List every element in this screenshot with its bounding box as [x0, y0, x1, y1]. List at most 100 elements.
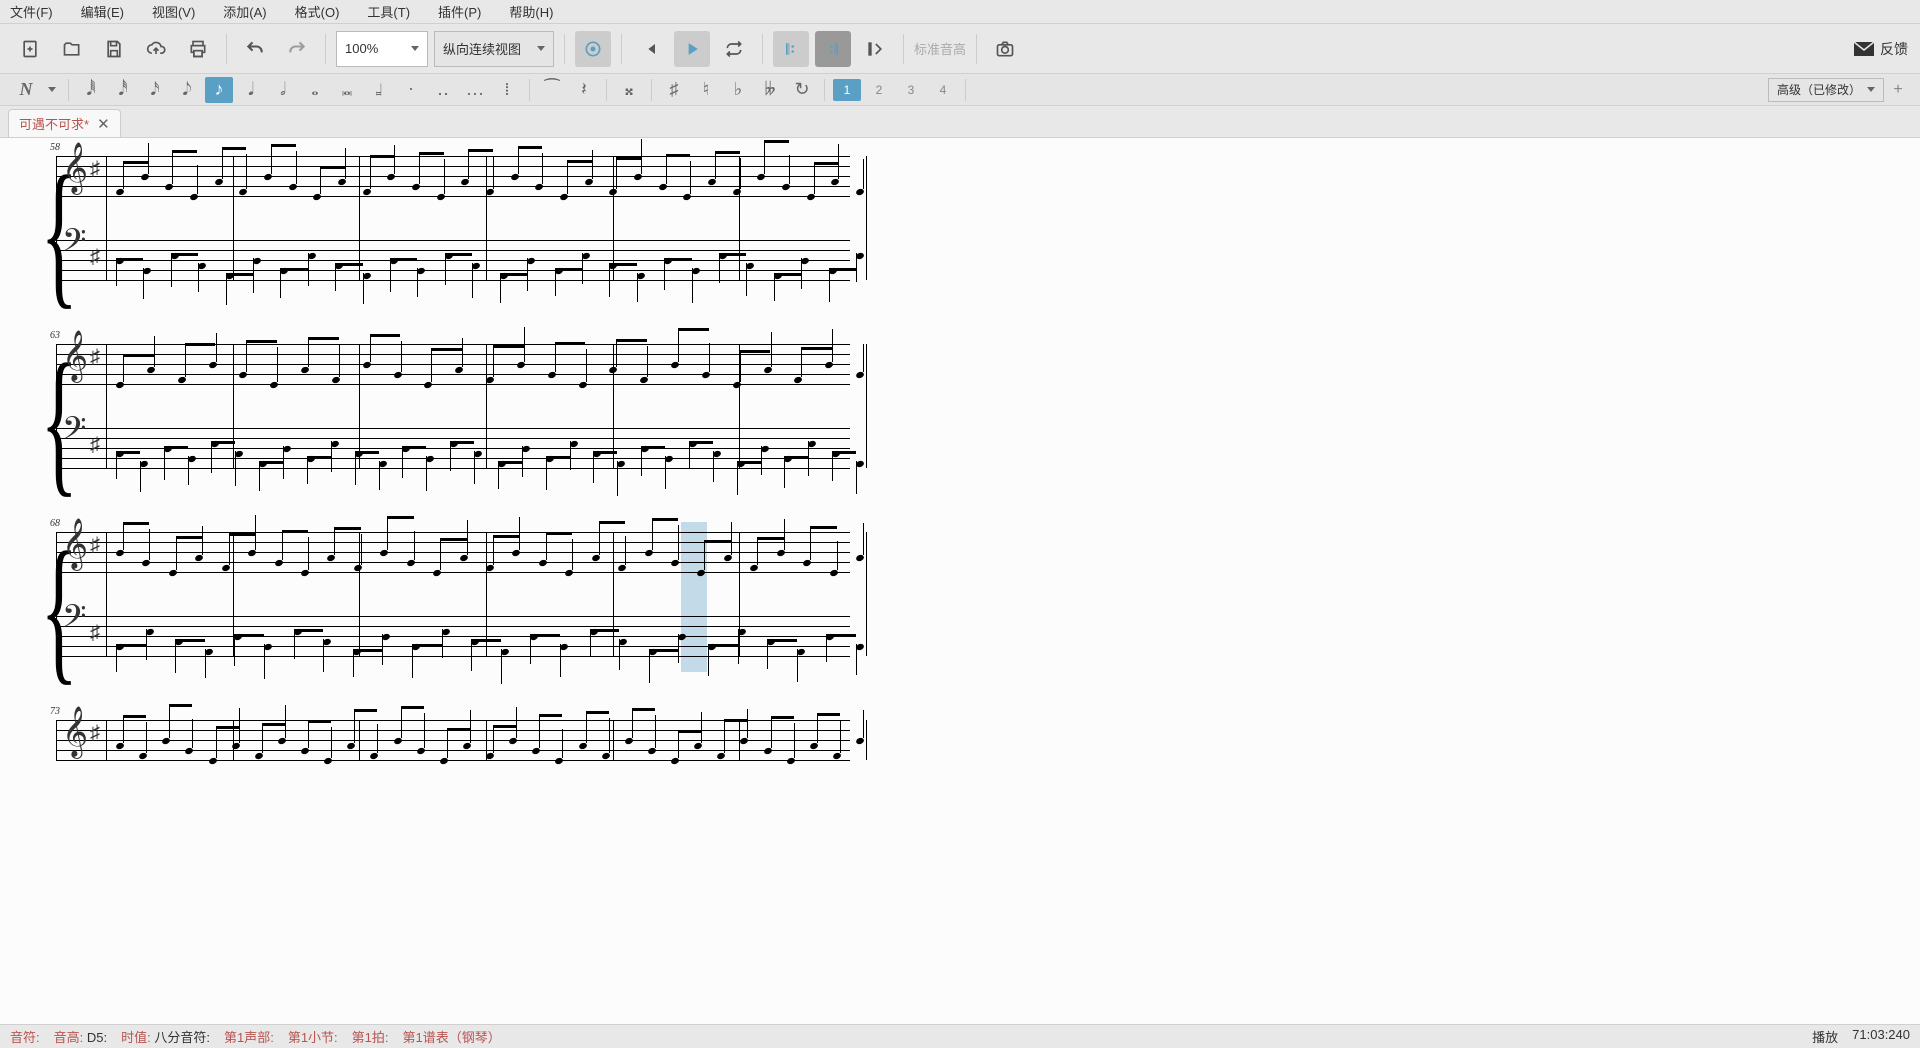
feedback-link[interactable]: 反馈 [1854, 39, 1908, 59]
note-32nd-icon[interactable]: 𝅘𝅥𝅰 [109, 77, 137, 103]
menu-format[interactable]: 格式(O) [295, 2, 340, 21]
note-longa-icon[interactable]: 𝆷 [365, 77, 393, 103]
score-canvas: 58 𝄞 ♯ 𝄢 ♯ [40, 156, 1880, 770]
double-dot-icon[interactable]: ‥ [429, 77, 457, 103]
toolbar-separator [529, 79, 530, 101]
note-half-icon[interactable]: 𝅗𝅥 [269, 77, 297, 103]
flat-icon[interactable]: ♭ [724, 77, 752, 103]
voice-3-button[interactable]: 3 [897, 79, 925, 101]
voice-2-button[interactable]: 2 [865, 79, 893, 101]
main-toolbar: 100% 纵向连续视图 标准音高 反馈 [0, 24, 1920, 74]
voice-1-button[interactable]: 1 [833, 79, 861, 101]
concert-pitch-label[interactable]: 标准音高 [914, 39, 966, 58]
metronome-icon[interactable] [575, 31, 611, 67]
toolbar-separator [651, 79, 652, 101]
staff-system: 68 𝄞 ♯ 𝄢 ♯ [40, 532, 850, 692]
toolbar-separator [762, 34, 763, 64]
repeat-end-icon[interactable] [815, 31, 851, 67]
workspace-label: 高级（已修改） [1777, 81, 1861, 98]
status-pitch-label: 音高: [54, 1030, 84, 1045]
menu-bar: 文件(F) 编辑(E) 视图(V) 添加(A) 格式(O) 工具(T) 插件(P… [0, 0, 1920, 24]
menu-plugin[interactable]: 插件(P) [438, 2, 481, 21]
note-toolbar: N 𝅘𝅥𝅱 𝅘𝅥𝅰 𝅘𝅥𝅯 𝅘𝅥𝅮 ♪ 𝅘𝅥 𝅗𝅥 𝅝 𝅜 𝆷 · ‥ … ⁞ … [0, 74, 1920, 106]
tie-icon[interactable]: ⁀ [538, 77, 566, 103]
note-16th-icon[interactable]: 𝅘𝅥𝅯 [141, 77, 169, 103]
voice-4-button[interactable]: 4 [929, 79, 957, 101]
note-whole-icon[interactable]: 𝅝 [301, 77, 329, 103]
notes[interactable] [106, 344, 850, 504]
notes[interactable] [106, 720, 850, 770]
staff-system: 58 𝄞 ♯ 𝄢 ♯ [40, 156, 850, 316]
toolbar-separator [606, 79, 607, 101]
save-icon[interactable] [96, 31, 132, 67]
score-viewport[interactable]: 58 𝄞 ♯ 𝄢 ♯ [0, 138, 1920, 1024]
rest-icon[interactable]: 𝄽 [570, 77, 598, 103]
note-64th-icon[interactable]: 𝅘𝅥𝅱 [77, 77, 105, 103]
natural-icon[interactable]: ♮ [692, 77, 720, 103]
quad-dot-icon[interactable]: ⁞ [493, 77, 521, 103]
repeat-edit-icon[interactable] [857, 31, 893, 67]
toolbar-separator [976, 34, 977, 64]
add-workspace-icon[interactable]: + [1888, 80, 1908, 100]
play-icon[interactable] [674, 31, 710, 67]
flip-icon[interactable]: ↻ [788, 77, 816, 103]
toolbar-separator [621, 34, 622, 64]
dropdown-icon[interactable] [44, 77, 60, 103]
tab-title: 可遇不可求* [19, 114, 89, 133]
dropdown-icon [411, 46, 419, 51]
double-sharp-icon[interactable]: 𝄪 [615, 77, 643, 103]
double-flat-icon[interactable]: 𝄫 [756, 77, 784, 103]
menu-view[interactable]: 视图(V) [152, 2, 195, 21]
status-play-label: 播放 [1812, 1027, 1838, 1046]
status-time: 71:03:240 [1852, 1027, 1910, 1046]
workspace-select[interactable]: 高级（已修改） [1768, 78, 1884, 102]
menu-edit[interactable]: 编辑(E) [81, 2, 124, 21]
notes[interactable] [106, 156, 850, 316]
print-icon[interactable] [180, 31, 216, 67]
sharp-icon[interactable]: ♯ [660, 77, 688, 103]
undo-icon[interactable] [237, 31, 273, 67]
status-note-label: 音符: [10, 1027, 40, 1046]
mail-icon [1854, 42, 1874, 56]
note-quarter-icon[interactable]: 𝅘𝅥 [237, 77, 265, 103]
note-input-icon[interactable]: N [12, 77, 40, 103]
menu-add[interactable]: 添加(A) [223, 2, 266, 21]
menu-tools[interactable]: 工具(T) [367, 2, 410, 21]
close-icon[interactable]: ✕ [97, 115, 110, 133]
view-mode-select[interactable]: 纵向连续视图 [434, 31, 554, 67]
staff-system: 73 𝄞 ♯ [40, 720, 850, 770]
status-duration-label: 时值: [121, 1030, 151, 1045]
piano-brace [40, 156, 50, 316]
repeat-start-icon[interactable] [773, 31, 809, 67]
toolbar-separator [824, 79, 825, 101]
status-staff: 第1谱表（钢琴） [403, 1027, 501, 1046]
rewind-icon[interactable] [632, 31, 668, 67]
open-folder-icon[interactable] [54, 31, 90, 67]
note-8th-icon[interactable]: ♪ [205, 77, 233, 103]
tab-bar: 可遇不可求* ✕ [0, 106, 1920, 138]
feedback-label: 反馈 [1880, 39, 1908, 59]
status-measure: 第1小节: [288, 1027, 338, 1046]
note-8th-icon-alt[interactable]: 𝅘𝅥𝅮 [173, 77, 201, 103]
dropdown-icon [537, 46, 545, 51]
toolbar-separator [226, 34, 227, 64]
staff-system: 63 𝄞 ♯ 𝄢 ♯ [40, 344, 850, 504]
cloud-upload-icon[interactable] [138, 31, 174, 67]
toolbar-separator [903, 34, 904, 64]
notes[interactable] [106, 532, 850, 692]
note-breve-icon[interactable]: 𝅜 [333, 77, 361, 103]
menu-file[interactable]: 文件(F) [10, 2, 53, 21]
camera-icon[interactable] [987, 31, 1023, 67]
dot-icon[interactable]: · [397, 77, 425, 103]
redo-icon[interactable] [279, 31, 315, 67]
new-file-icon[interactable] [12, 31, 48, 67]
status-duration: 八分音符: [154, 1030, 210, 1045]
triple-dot-icon[interactable]: … [461, 77, 489, 103]
menu-help[interactable]: 帮助(H) [509, 2, 553, 21]
status-pitch: D5: [87, 1030, 107, 1045]
status-beat: 第1拍: [352, 1027, 389, 1046]
measure-number: 73 [50, 706, 60, 717]
loop-icon[interactable] [716, 31, 752, 67]
zoom-select[interactable]: 100% [336, 31, 428, 67]
score-tab[interactable]: 可遇不可求* ✕ [8, 109, 121, 137]
